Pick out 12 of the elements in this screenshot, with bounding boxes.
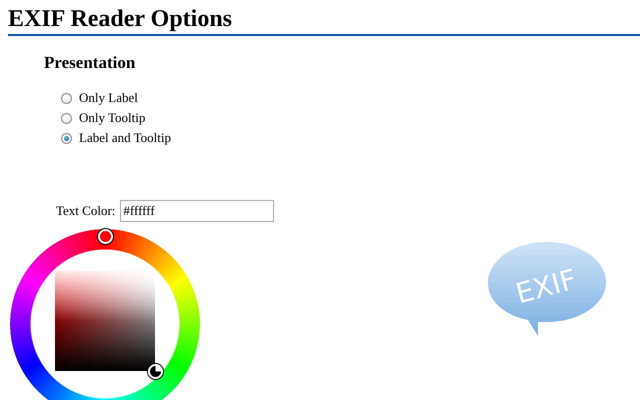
section-heading: Presentation — [44, 53, 136, 73]
radio-button[interactable] — [61, 132, 72, 144]
radio-button[interactable] — [61, 92, 72, 104]
hue-handle[interactable] — [98, 229, 113, 244]
color-input-field[interactable]: #ffffff — [120, 200, 274, 222]
radio-button[interactable] — [61, 112, 72, 124]
field-label: Text Color: — [56, 203, 116, 219]
radio-label[interactable]: Only Label — [79, 90, 138, 106]
radio-label[interactable]: Label and Tooltip — [79, 130, 171, 146]
radio-label[interactable]: Only Tooltip — [79, 110, 146, 126]
shade-handle[interactable] — [148, 364, 163, 379]
page-title: EXIF Reader Options — [8, 0, 640, 36]
